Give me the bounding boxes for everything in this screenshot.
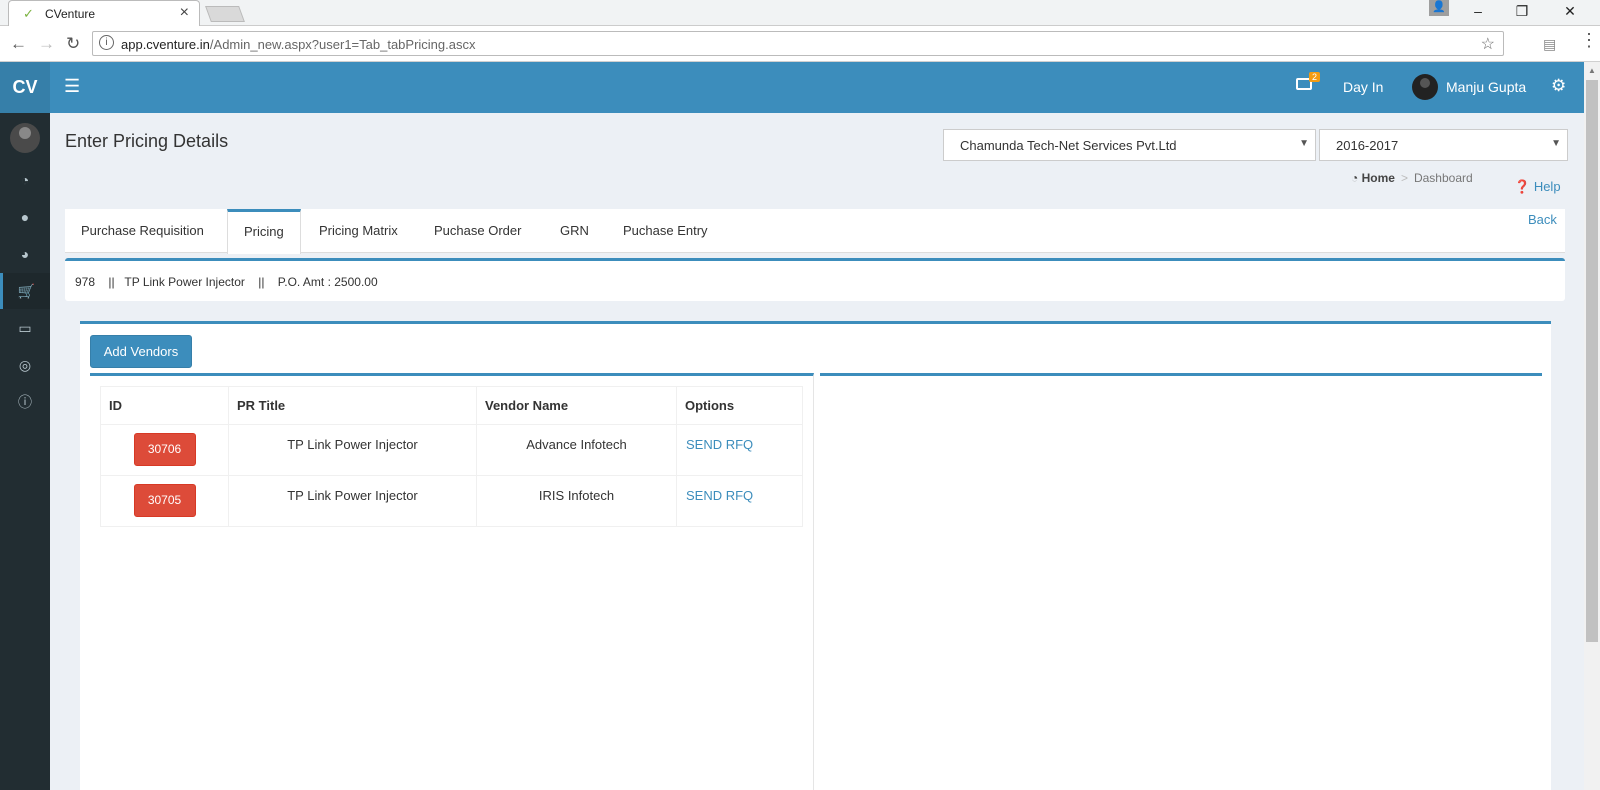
scroll-up-icon[interactable]: ▲ <box>1588 66 1596 75</box>
dashboard-small-icon: ◔ <box>1351 171 1359 185</box>
breadcrumb-current: Dashboard <box>1413 171 1473 185</box>
tab-purchase-order[interactable]: Puchase Order <box>418 209 537 253</box>
settings-gear-icon[interactable]: ⚙ <box>1551 76 1566 96</box>
back-link[interactable]: Back <box>1528 212 1557 227</box>
tab-purchase-requisition[interactable]: Purchase Requisition <box>65 209 220 253</box>
pie-chart-icon[interactable]: ◕ <box>0 236 50 272</box>
back-arrow-icon[interactable]: ← <box>10 34 27 54</box>
breadcrumb-home[interactable]: Home <box>1362 171 1395 185</box>
info-icon[interactable]: ⓘ <box>0 384 50 420</box>
globe-icon[interactable]: ◎ <box>0 347 50 383</box>
id-button[interactable]: 30705 <box>133 484 196 517</box>
reload-icon[interactable]: ↻ <box>66 34 80 54</box>
url-path: /Admin_new.aspx?user1=Tab_tabPricing.asc… <box>209 37 476 52</box>
year-select-value: 2016-2017 <box>1336 138 1399 153</box>
close-window-icon[interactable]: ✕ <box>1548 0 1592 24</box>
browser-tab-bar: ✓ CVenture × 👤 – ❐ ✕ <box>0 0 1600 26</box>
chevron-down-icon: ▼ <box>1551 138 1561 149</box>
send-rfq-link[interactable]: SEND RFQ <box>678 488 753 503</box>
browser-tab-title: CVenture <box>45 7 96 21</box>
col-id: ID <box>100 386 229 425</box>
address-bar: ← → ↻ i app.cventure.in/Admin_new.aspx?u… <box>0 26 1600 62</box>
tab-purchase-entry[interactable]: Puchase Entry <box>607 209 724 253</box>
help-link[interactable]: ❓ Help <box>1514 179 1561 195</box>
table-row: 30706 TP Link Power Injector Advance Inf… <box>100 424 803 476</box>
sidebar-avatar <box>10 123 40 153</box>
user-icon[interactable]: ● <box>0 199 50 235</box>
tab-grn[interactable]: GRN <box>544 209 605 253</box>
app-header: CV ☰ 2 Day In Manju Gupta ⚙ <box>0 62 1584 113</box>
site-info-icon[interactable]: i <box>99 35 114 50</box>
pricing-summary-box: 978 || TP Link Power Injector || P.O. Am… <box>65 258 1565 301</box>
avatar[interactable] <box>1412 74 1438 100</box>
extension-icon[interactable]: ▤ <box>1543 36 1556 53</box>
app-logo[interactable]: CV <box>0 62 50 113</box>
credit-card-icon[interactable]: ▭ <box>0 310 50 346</box>
profile-icon[interactable]: 👤 <box>1429 0 1449 16</box>
dashboard-icon[interactable]: ◔ <box>0 162 50 198</box>
menu-toggle-icon[interactable]: ☰ <box>64 76 80 97</box>
breadcrumb: ◔ Home > Dashboard <box>1351 171 1473 185</box>
sidebar: ◔ ● ◕ 🛒 ▭ ◎ ⓘ <box>0 113 50 790</box>
vendor-name-cell: IRIS Infotech <box>476 475 677 527</box>
page-title: Enter Pricing Details <box>65 131 229 151</box>
tab-pricing[interactable]: Pricing <box>227 209 301 254</box>
favicon-icon: ✓ <box>23 6 34 21</box>
browser-menu-icon[interactable]: ⋮ <box>1580 30 1598 51</box>
cart-icon[interactable]: 🛒 <box>0 273 50 309</box>
forward-arrow-icon[interactable]: → <box>38 34 55 54</box>
user-name[interactable]: Manju Gupta <box>1446 79 1526 95</box>
pr-title-cell: TP Link Power Injector <box>228 424 477 476</box>
scrollbar-thumb[interactable] <box>1586 80 1598 642</box>
vendor-name-cell: Advance Infotech <box>476 424 677 476</box>
vendor-table: ID PR Title Vendor Name Options 30706 TP… <box>100 386 803 527</box>
page-scrollbar[interactable]: ▲ <box>1584 62 1600 790</box>
detail-panel <box>820 373 1542 790</box>
pr-title-cell: TP Link Power Injector <box>228 475 477 527</box>
send-rfq-link[interactable]: SEND RFQ <box>678 437 753 452</box>
col-options: Options <box>676 386 803 425</box>
browser-tab[interactable]: ✓ CVenture × <box>8 0 200 26</box>
restore-icon[interactable]: ❐ <box>1500 0 1544 24</box>
chevron-down-icon: ▼ <box>1299 138 1309 149</box>
bookmark-star-icon[interactable]: ☆ <box>1481 34 1495 54</box>
tab-pricing-matrix[interactable]: Pricing Matrix <box>303 209 414 253</box>
id-button[interactable]: 30706 <box>133 433 196 466</box>
process-tabs: Purchase Requisition Pricing Pricing Mat… <box>65 209 1565 254</box>
table-header-row: ID PR Title Vendor Name Options <box>100 386 803 425</box>
add-vendors-button[interactable]: Add Vendors <box>90 335 192 368</box>
close-tab-icon[interactable]: × <box>180 4 189 22</box>
company-select-value: Chamunda Tech-Net Services Pvt.Ltd <box>960 138 1177 153</box>
company-select[interactable]: Chamunda Tech-Net Services Pvt.Ltd ▼ <box>943 129 1316 161</box>
new-tab-button[interactable] <box>205 6 245 22</box>
notification-badge: 2 <box>1309 72 1321 82</box>
url-input[interactable]: i app.cventure.in/Admin_new.aspx?user1=T… <box>92 31 1504 56</box>
day-in-link[interactable]: Day In <box>1343 79 1383 95</box>
year-select[interactable]: 2016-2017 ▼ <box>1319 129 1568 161</box>
minimize-icon[interactable]: – <box>1456 0 1500 24</box>
col-vendor-name: Vendor Name <box>476 386 677 425</box>
col-pr-title: PR Title <box>228 386 477 425</box>
pricing-summary: 978 || TP Link Power Injector || P.O. Am… <box>75 275 378 289</box>
table-row: 30705 TP Link Power Injector IRIS Infote… <box>100 475 803 527</box>
url-host: app.cventure.in <box>121 37 210 52</box>
question-icon: ❓ <box>1514 179 1531 194</box>
help-label: Help <box>1533 179 1561 194</box>
